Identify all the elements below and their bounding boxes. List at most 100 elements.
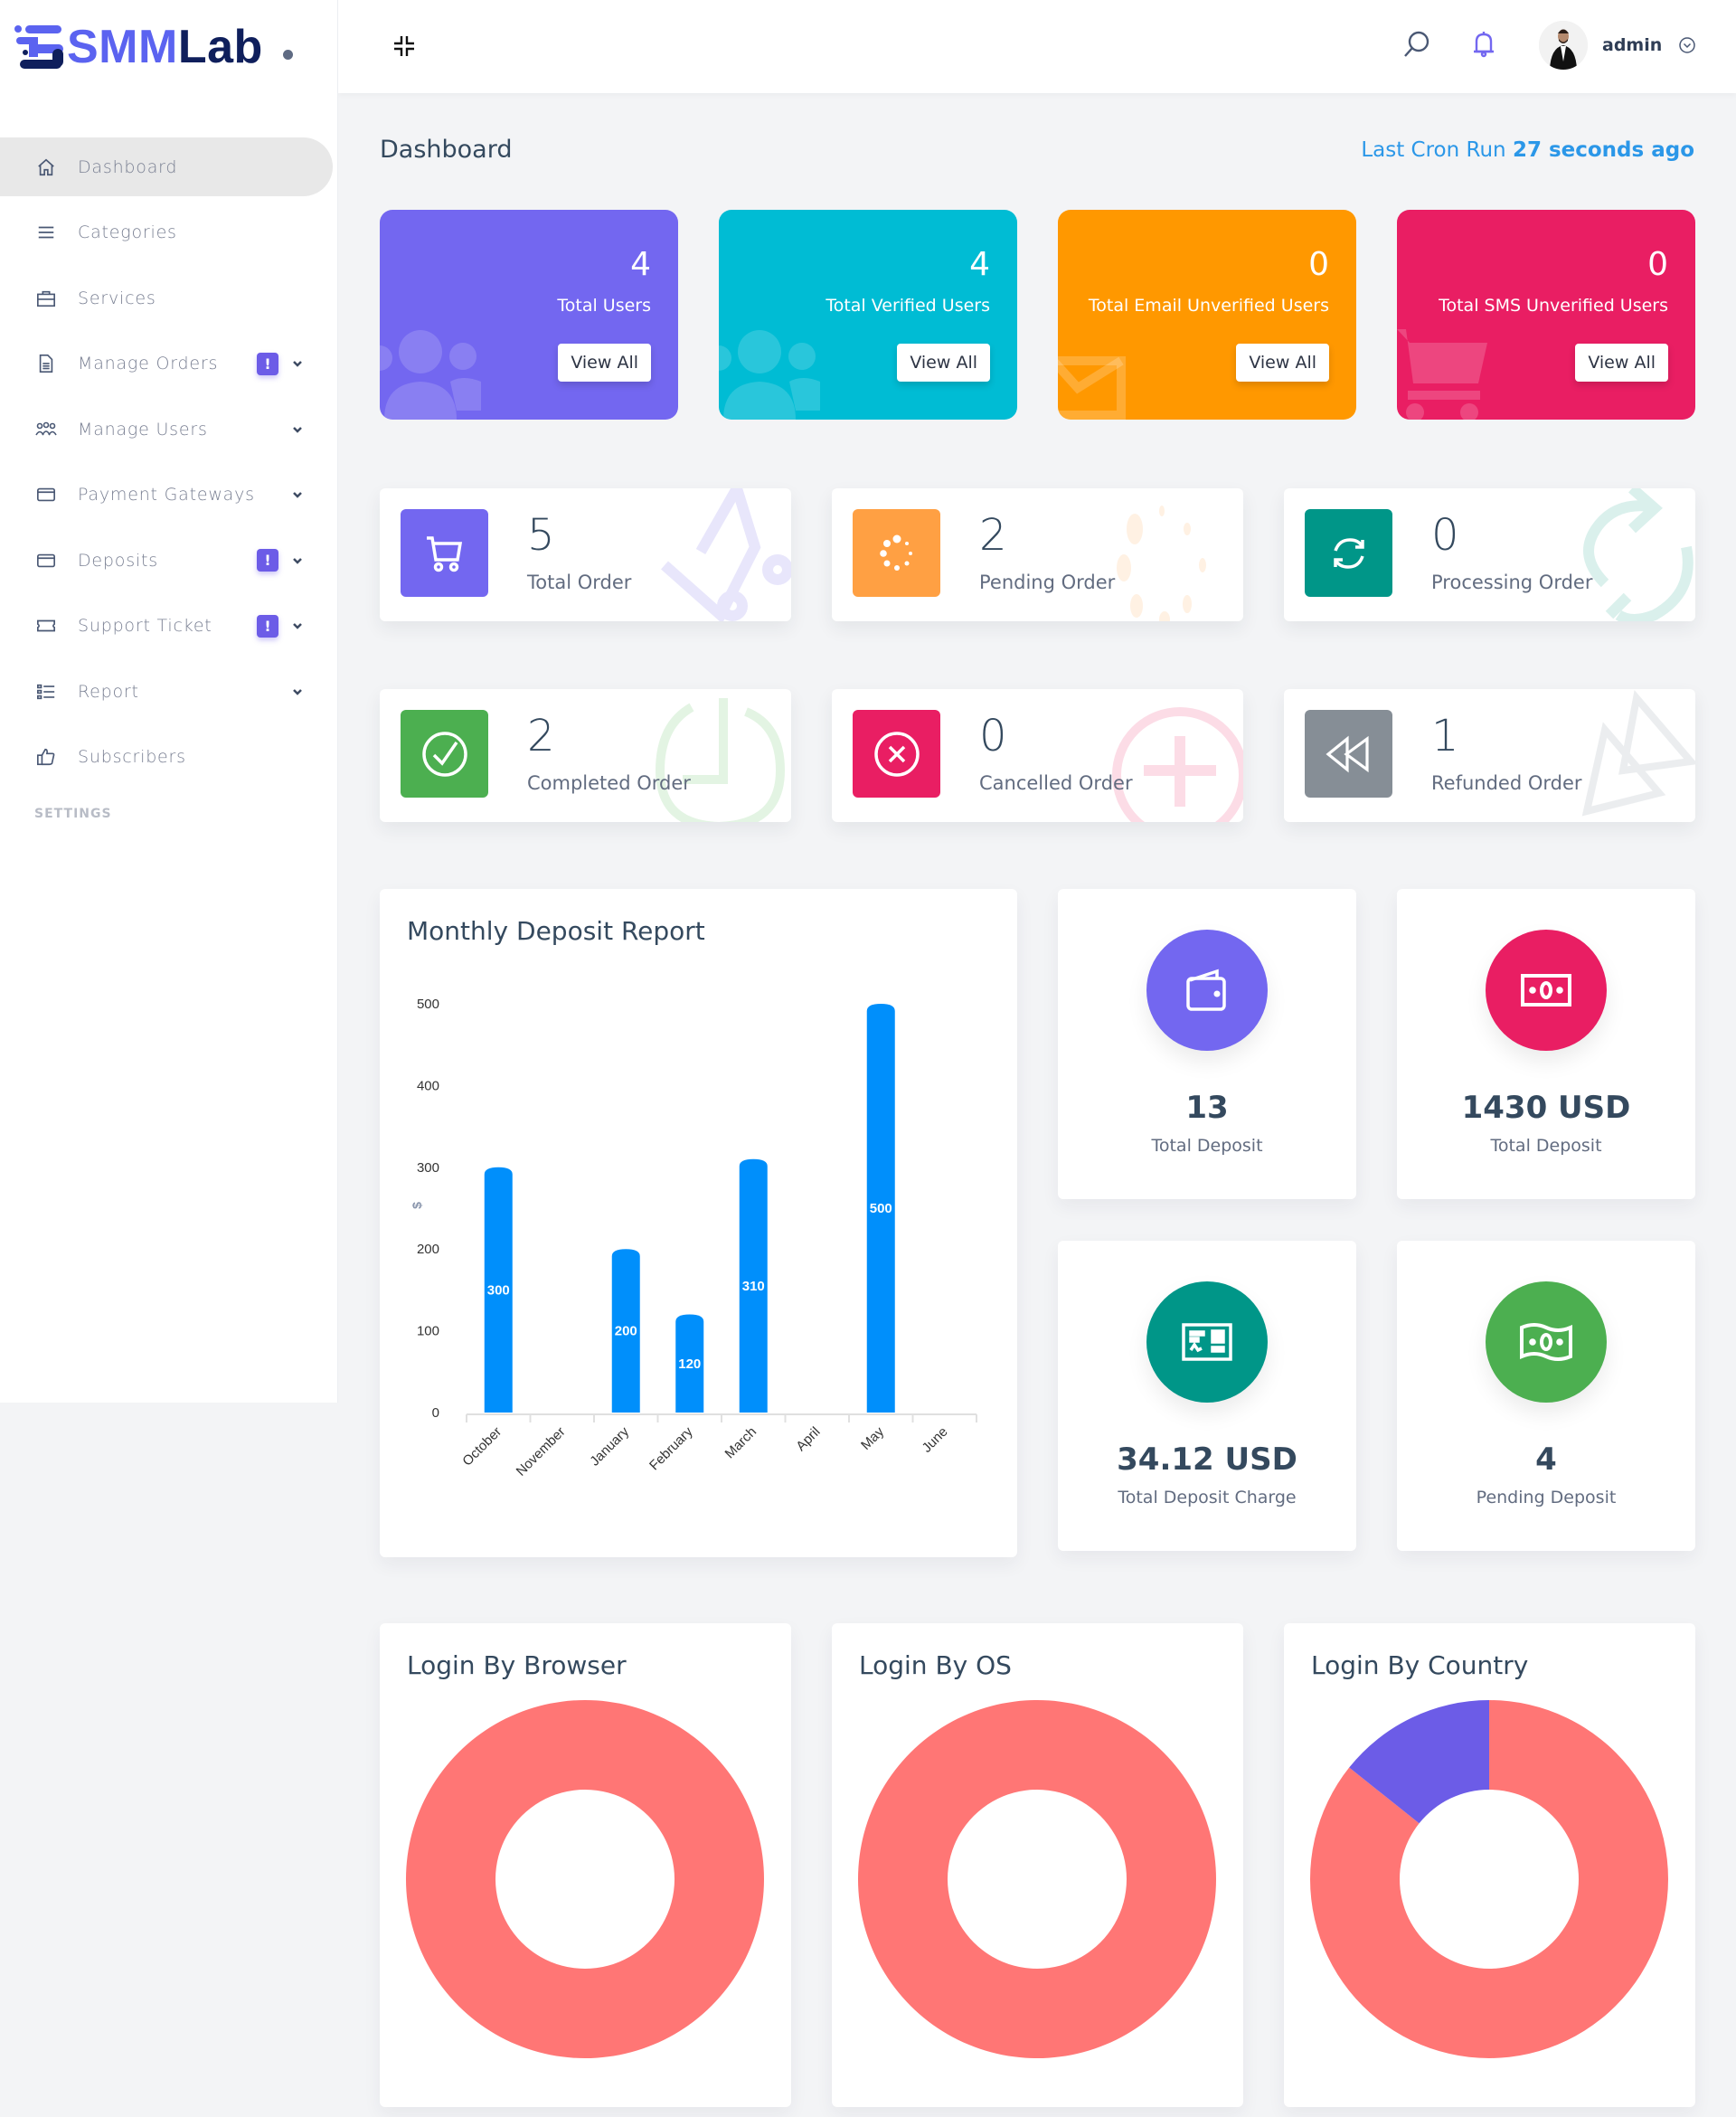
order-label: Processing Order	[1431, 572, 1593, 593]
users-group-icon	[34, 418, 58, 441]
monthly-deposit-chart-card: Monthly Deposit Report $ 0 100 200 300 400 50…	[380, 889, 1017, 1557]
receipt-icon	[1146, 1281, 1268, 1403]
user-menu[interactable]: admin	[1539, 20, 1696, 71]
order-card-processing[interactable]: 0 Processing Order	[1284, 488, 1695, 621]
brand-name: SMMLab	[67, 20, 263, 73]
list-icon	[34, 680, 58, 704]
stat-value: 4	[969, 246, 990, 283]
monthly-deposit-chart: $ 0 100 200 300 400 500 300 200 120 310 500 Octob…	[410, 997, 977, 1479]
order-card-completed[interactable]: 2 Completed Order	[380, 689, 791, 822]
order-count: 1	[1431, 711, 1459, 761]
sidebar-item-support-ticket[interactable]: Support Ticket !	[0, 597, 333, 656]
plus-circle-watermark-icon	[1112, 707, 1243, 822]
order-label: Refunded Order	[1431, 772, 1582, 794]
check-circle-icon	[401, 710, 488, 798]
deposit-card-charge: 34.12 USD Total Deposit Charge	[1058, 1241, 1356, 1551]
view-all-button[interactable]: View All	[897, 344, 990, 382]
bar-data-label: 300	[487, 1282, 510, 1298]
sidebar-item-dashboard[interactable]: Dashboard	[0, 137, 333, 196]
order-card-total[interactable]: 5 Total Order	[380, 488, 791, 621]
sidebar-nav: Dashboard Categories Services Manage Ord…	[0, 137, 337, 818]
clock-watermark-icon	[656, 698, 786, 822]
deposit-card-total-amount: 1430 USD Total Deposit	[1397, 889, 1695, 1199]
deposit-card-total-count: 13 Total Deposit	[1058, 889, 1356, 1199]
order-card-pending[interactable]: 2 Pending Order	[832, 488, 1243, 621]
brand-dot	[282, 50, 293, 60]
chevron-down-icon[interactable]	[291, 554, 304, 567]
sidebar-item-subscribers[interactable]: Subscribers	[0, 728, 333, 787]
stat-label: Total Users	[557, 296, 651, 316]
view-all-button[interactable]: View All	[558, 344, 651, 382]
chevron-down-icon[interactable]	[291, 423, 304, 436]
sidebar-item-label: Manage Orders	[78, 354, 219, 373]
view-all-button[interactable]: View All	[1236, 344, 1329, 382]
deposit-value: 34.12 USD	[1117, 1441, 1297, 1478]
sidebar-item-manage-users[interactable]: Manage Users	[0, 400, 333, 458]
stat-card-sms-unverified: 0 Total SMS Unverified Users View All	[1397, 210, 1695, 420]
order-card-refunded[interactable]: 1 Refunded Order	[1284, 689, 1695, 822]
y-tick-label: 500	[417, 997, 439, 1012]
login-by-country-card: Login By Country	[1284, 1623, 1695, 2107]
chevron-down-icon[interactable]	[291, 488, 304, 501]
cron-value: 27 seconds ago	[1512, 138, 1694, 162]
sidebar-item-label: Subscribers	[78, 747, 186, 767]
chevron-down-icon[interactable]	[291, 357, 304, 370]
sync-icon	[1305, 509, 1392, 597]
order-label: Completed Order	[527, 772, 691, 794]
x-circle-icon	[853, 710, 940, 798]
deposit-label: Total Deposit	[1490, 1136, 1602, 1156]
chevron-down-circle-icon[interactable]	[1678, 36, 1696, 54]
cart-icon	[1397, 329, 1487, 420]
avatar	[1539, 21, 1588, 70]
x-tick-label: March	[722, 1424, 760, 1461]
cart-icon	[401, 509, 488, 597]
menu-lines-icon	[34, 221, 58, 244]
view-all-button[interactable]: View All	[1575, 344, 1668, 382]
deposit-value: 4	[1535, 1441, 1557, 1478]
deposit-label: Pending Deposit	[1476, 1488, 1617, 1507]
sidebar-item-payment-gateways[interactable]: Payment Gateways	[0, 466, 333, 525]
sidebar-item-categories[interactable]: Categories	[0, 203, 333, 262]
spinner-icon	[853, 509, 940, 597]
order-count: 5	[527, 510, 555, 561]
sidebar-item-services[interactable]: Services	[0, 269, 333, 327]
chart-title: Login By Country	[1311, 1650, 1529, 1680]
order-count: 0	[979, 711, 1007, 761]
sidebar-item-manage-orders[interactable]: Manage Orders !	[0, 335, 333, 393]
order-label: Pending Order	[979, 572, 1116, 593]
sidebar-item-label: Services	[78, 288, 156, 308]
order-card-cancelled[interactable]: 0 Cancelled Order	[832, 689, 1243, 822]
money-wave-icon	[1486, 1281, 1607, 1403]
order-label: Total Order	[527, 572, 632, 593]
order-label: Cancelled Order	[979, 772, 1133, 794]
donut-slice-0[interactable]	[405, 1700, 764, 2058]
login-by-browser-card: Login By Browser	[380, 1623, 791, 2107]
y-axis-title: $	[410, 1202, 424, 1209]
search-icon[interactable]	[1401, 29, 1432, 60]
brand-logo[interactable]: SMMLab	[0, 0, 337, 93]
stat-card-verified-users: 4 Total Verified Users View All	[719, 210, 1017, 420]
wallet-icon	[1146, 930, 1268, 1051]
y-tick-label: 300	[417, 1160, 439, 1176]
chart-title: Login By Browser	[407, 1650, 627, 1680]
page-title: Dashboard	[380, 136, 513, 164]
chevron-down-icon[interactable]	[291, 619, 304, 632]
collapse-icon[interactable]	[391, 33, 418, 60]
order-count: 2	[527, 711, 555, 761]
sidebar-item-report[interactable]: Report	[0, 662, 333, 721]
ticket-icon	[34, 614, 58, 638]
stat-card-email-unverified: 0 Total Email Unverified Users View All	[1058, 210, 1356, 420]
bar-data-label: 120	[678, 1356, 701, 1372]
sidebar-item-deposits[interactable]: Deposits !	[0, 531, 333, 590]
envelope-icon	[1058, 356, 1126, 420]
cart-watermark-icon	[661, 488, 791, 621]
rewind-icon	[1305, 710, 1392, 798]
donut-slice-0[interactable]	[857, 1700, 1216, 2058]
x-tick-label: May	[858, 1423, 887, 1452]
order-count: 2	[979, 510, 1007, 561]
x-tick-label: June	[920, 1424, 951, 1456]
stat-value: 4	[630, 246, 651, 283]
chevron-down-icon[interactable]	[291, 685, 304, 698]
order-count: 0	[1431, 510, 1459, 561]
bell-icon[interactable]	[1468, 29, 1499, 60]
